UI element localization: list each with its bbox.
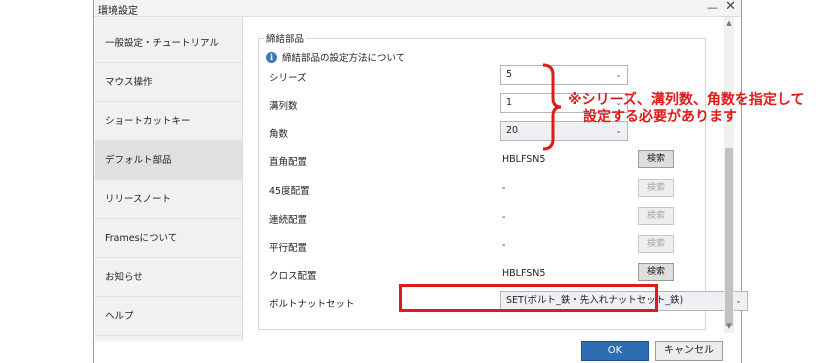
scroll-down-icon[interactable]: ▼ — [724, 322, 734, 330]
sidebar-item-release-notes[interactable]: リリースノート — [95, 180, 242, 219]
bolt-nut-label: ボルトナットセット — [269, 299, 355, 310]
right-angle-value: HBLFSN5 — [502, 154, 546, 165]
scroll-up-icon[interactable]: ▲ — [724, 19, 734, 27]
rows-count-label: 溝列数 — [269, 101, 298, 112]
highlight-box — [399, 284, 658, 312]
continuous-search-button[interactable]: 検索 — [638, 207, 674, 225]
footer: OK キャンセル — [243, 341, 741, 363]
continuous-value: - — [502, 212, 506, 223]
parallel-search-button[interactable]: 検索 — [638, 235, 674, 253]
title-bar: 環境設定 — ✕ — [94, 0, 741, 17]
brace-icon — [542, 63, 562, 151]
deg45-label: 45度配置 — [269, 186, 310, 197]
cross-label: クロス配置 — [269, 271, 317, 282]
sidebar-item-general[interactable]: 一般設定・チュートリアル — [95, 24, 242, 63]
rows-count-value: 1 — [506, 97, 513, 108]
annotation-line1: ※シリーズ、溝列数、角数を指定して — [568, 92, 805, 108]
series-value: 5 — [506, 69, 513, 80]
info-link[interactable]: i 締結部品の設定方法について — [266, 50, 405, 64]
vertical-scrollbar[interactable]: ▲ ▼ — [724, 17, 734, 333]
cross-search-button[interactable]: 検索 — [638, 263, 674, 281]
parallel-value: - — [502, 240, 506, 251]
info-icon: i — [266, 51, 277, 63]
annotation-text: ※シリーズ、溝列数、角数を指定して 設定する必要があります — [568, 92, 805, 126]
cross-value: HBLFSN5 — [502, 268, 546, 279]
right-angle-search-button[interactable]: 検索 — [638, 150, 674, 168]
continuous-label: 連続配置 — [269, 215, 308, 226]
right-angle-label: 直角配置 — [269, 157, 308, 168]
sidebar: 一般設定・チュートリアル マウス操作 ショートカットキー デフォルト部品 リリー… — [95, 17, 243, 341]
deg45-search-button[interactable]: 検索 — [638, 179, 674, 197]
annotation-line2: 設定する必要があります — [583, 109, 737, 125]
sidebar-item-shortcut[interactable]: ショートカットキー — [95, 102, 242, 141]
series-label: シリーズ — [269, 73, 307, 84]
sidebar-item-news[interactable]: お知らせ — [95, 258, 242, 297]
sidebar-item-mouse[interactable]: マウス操作 — [95, 63, 242, 102]
series-select[interactable]: 5 ⌄ — [500, 65, 628, 85]
angle-label: 角数 — [269, 129, 289, 140]
info-text: 締結部品の設定方法について — [282, 53, 406, 64]
chevron-down-icon: ⌄ — [615, 70, 622, 79]
cancel-button[interactable]: キャンセル — [655, 341, 723, 361]
ok-button[interactable]: OK — [581, 341, 649, 361]
sidebar-item-help[interactable]: ヘルプ — [95, 297, 242, 336]
close-icon[interactable]: ✕ — [725, 0, 736, 14]
scroll-thumb[interactable] — [725, 148, 733, 326]
angle-value: 20 — [506, 125, 519, 136]
minimize-icon[interactable]: — — [707, 1, 718, 14]
sidebar-item-default-parts[interactable]: デフォルト部品 — [95, 141, 242, 180]
window-title: 環境設定 — [98, 6, 138, 17]
chevron-down-icon: ⌄ — [735, 296, 742, 305]
group-title: 締結部品 — [264, 31, 307, 45]
parallel-label: 平行配置 — [269, 243, 308, 254]
deg45-value: - — [502, 183, 506, 194]
sidebar-item-about[interactable]: Framesについて — [95, 219, 242, 258]
